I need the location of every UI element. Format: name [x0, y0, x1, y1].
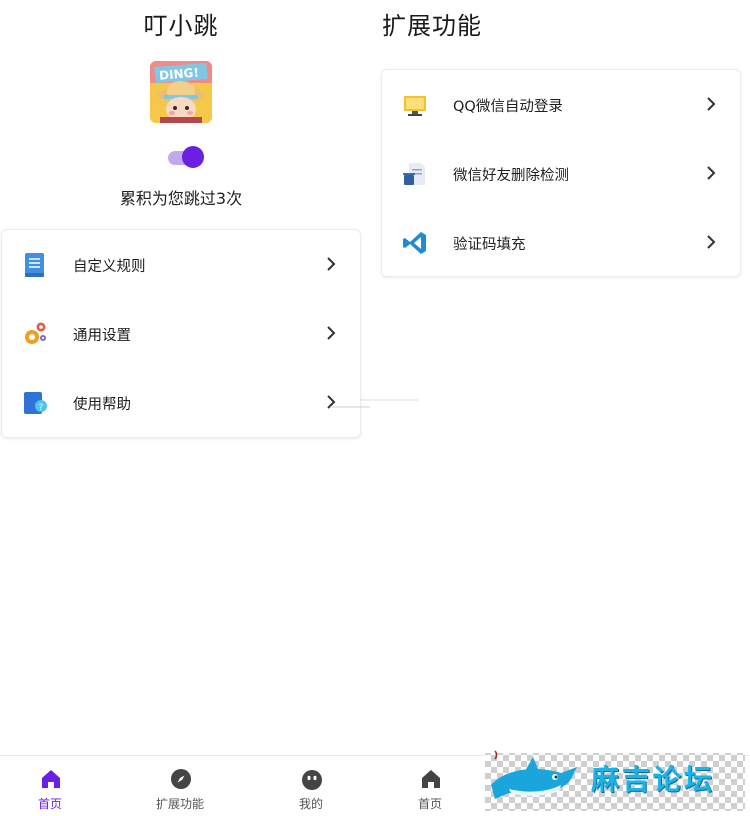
- forum-watermark: 麻吉论坛: [485, 749, 745, 811]
- watermark-text: 麻吉论坛: [591, 763, 716, 796]
- settings-card: 自定义规则 通用设置 ? 使用帮助: [1, 229, 361, 438]
- menu-item-general-settings[interactable]: 通用设置: [2, 299, 360, 368]
- document-trash-icon: [403, 163, 425, 185]
- gears-icon: [25, 322, 46, 344]
- tab-me[interactable]: 我的: [261, 756, 361, 816]
- app-title: 叮小跳: [143, 12, 219, 40]
- document-icon: [25, 253, 44, 277]
- menu-item-custom-rules[interactable]: 自定义规则: [2, 230, 360, 299]
- menu-item-label: 自定义规则: [73, 259, 146, 275]
- menu-item-friend-delete-check[interactable]: 微信好友删除检测: [382, 139, 740, 208]
- tab-home[interactable]: 首页: [0, 756, 100, 816]
- skip-count-text: 累积为您跳过3次: [119, 189, 243, 208]
- home-screen: 叮小跳 DING! 累积为您跳过3次 自定义规则 通用设置 ? 使用帮助: [0, 0, 418, 816]
- tab-label: 首页: [417, 797, 442, 811]
- menu-item-label: QQ微信自动登录: [453, 99, 563, 115]
- menu-item-label: 验证码填充: [453, 237, 526, 253]
- monitor-icon: [404, 96, 426, 116]
- tab-extensions[interactable]: 扩展功能: [130, 756, 230, 816]
- svg-text:?: ?: [39, 403, 44, 413]
- tab-label: 首页: [37, 797, 62, 811]
- avatar-illustration: DING!: [150, 61, 212, 123]
- vscode-icon: [403, 232, 426, 254]
- menu-item-help[interactable]: ? 使用帮助: [2, 368, 360, 437]
- home-icon: [422, 770, 440, 788]
- chevron-right-icon: [707, 97, 716, 111]
- extensions-card: QQ微信自动登录 微信好友删除检测 验证码填充: [381, 69, 741, 277]
- help-icon: ?: [24, 392, 47, 414]
- service-toggle[interactable]: [168, 146, 205, 170]
- home-icon: [42, 770, 60, 788]
- chevron-right-icon: [707, 166, 716, 180]
- chevron-right-icon: [327, 257, 336, 271]
- extensions-screen: 扩展功能 QQ微信自动登录 微信好友删除检测 验证码填充: [375, 0, 750, 816]
- app-avatar: DING!: [150, 61, 212, 123]
- menu-item-label: 通用设置: [73, 328, 131, 344]
- chevron-right-icon: [327, 326, 336, 340]
- menu-item-label: 微信好友删除检测: [453, 168, 569, 184]
- page-title: 扩展功能: [382, 12, 482, 40]
- menu-item-captcha-fill[interactable]: 验证码填充: [382, 208, 740, 277]
- chevron-right-icon: [707, 235, 716, 249]
- menu-item-qq-wechat-login[interactable]: QQ微信自动登录: [382, 70, 740, 139]
- face-icon: [302, 770, 322, 790]
- compass-icon: [171, 769, 191, 789]
- tab-label: 扩展功能: [155, 797, 204, 811]
- tab-label: 我的: [298, 797, 323, 811]
- toggle-thumb: [182, 146, 204, 168]
- menu-item-label: 使用帮助: [73, 397, 131, 413]
- tab-home-right[interactable]: 首页: [380, 756, 480, 816]
